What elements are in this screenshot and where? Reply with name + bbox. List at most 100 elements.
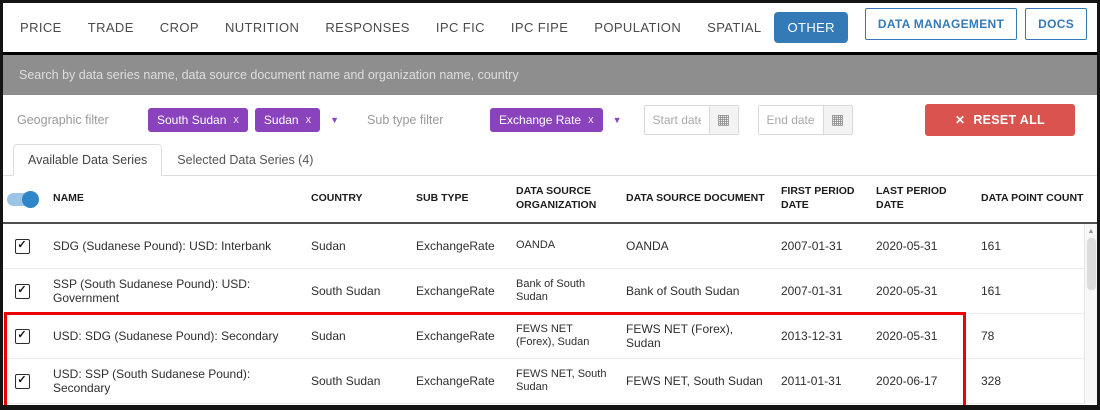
top-nav: PRICE TRADE CROP NUTRITION RESPONSES IPC…	[3, 3, 1097, 55]
cell-organization: FEWS NET (Forex), Sudan	[516, 323, 626, 349]
app-window: PRICE TRADE CROP NUTRITION RESPONSES IPC…	[0, 0, 1100, 410]
row-checkbox[interactable]: ✓	[15, 329, 30, 344]
nav-tab-ipc-fic[interactable]: IPC FIC	[423, 12, 498, 43]
end-date-group: ▦	[758, 105, 853, 135]
cell-first-period-date: 2013-12-31	[781, 329, 876, 343]
cell-organization: OANDA	[516, 239, 626, 252]
table-row-3[interactable]: ✓ USD: SDG (Sudanese Pound): Secondary S…	[3, 314, 1097, 359]
toggle-knob	[22, 191, 39, 208]
header-data-source-document[interactable]: DATA SOURCE DOCUMENT	[626, 192, 781, 206]
geographic-filter-input[interactable]	[15, 112, 141, 128]
calendar-icon: ▦	[717, 111, 730, 128]
chip-south-sudan[interactable]: South Sudan x	[148, 108, 248, 132]
cell-document: FEWS NET, South Sudan	[626, 374, 781, 388]
cell-document: FEWS NET (Forex), Sudan	[626, 322, 781, 351]
cell-data-point-count: 328	[981, 374, 1097, 388]
chip-label: Sudan	[264, 113, 299, 127]
nav-tab-trade[interactable]: TRADE	[75, 12, 147, 43]
nav-tab-spatial[interactable]: SPATIAL	[694, 12, 774, 43]
chip-remove-icon[interactable]: x	[233, 114, 239, 126]
reset-label: RESET ALL	[973, 113, 1045, 127]
check-icon: ✓	[17, 284, 26, 297]
cell-first-period-date: 2007-01-31	[781, 239, 876, 253]
scroll-up-icon[interactable]: ▲	[1088, 224, 1095, 238]
start-date-input[interactable]	[645, 106, 709, 134]
cell-last-period-date: 2020-06-17	[876, 374, 981, 388]
nav-tab-population[interactable]: POPULATION	[581, 12, 694, 43]
table-row-2[interactable]: ✓ SSP (South Sudanese Pound): USD: Gover…	[3, 269, 1097, 314]
row-checkbox[interactable]: ✓	[15, 239, 30, 254]
reset-icon: ✕	[955, 113, 965, 127]
header-data-point-count[interactable]: DATA POINT COUNT	[981, 192, 1097, 206]
cell-document: OANDA	[626, 239, 781, 253]
cell-name: USD: SDG (Sudanese Pound): Secondary	[53, 329, 311, 343]
chip-label: South Sudan	[157, 113, 226, 127]
check-icon: ✓	[17, 329, 26, 342]
cell-data-point-count: 161	[981, 284, 1097, 298]
row-checkbox[interactable]: ✓	[15, 284, 30, 299]
cell-last-period-date: 2020-05-31	[876, 239, 981, 253]
table-body: ✓ SDG (Sudanese Pound): USD: Interbank S…	[3, 224, 1097, 404]
nav-tab-nutrition[interactable]: NUTRITION	[212, 12, 312, 43]
nav-tab-price[interactable]: PRICE	[7, 12, 75, 43]
tab-selected-data-series[interactable]: Selected Data Series (4)	[162, 144, 328, 176]
end-date-calendar-button[interactable]: ▦	[823, 106, 852, 134]
end-date-input[interactable]	[759, 106, 823, 134]
nav-tab-responses[interactable]: RESPONSES	[312, 12, 423, 43]
table-scrollbar[interactable]: ▲	[1084, 224, 1097, 404]
cell-sub-type: ExchangeRate	[416, 239, 516, 253]
data-management-button[interactable]: DATA MANAGEMENT	[865, 8, 1017, 40]
header-country[interactable]: COUNTRY	[311, 192, 416, 206]
nav-tab-ipc-fipe[interactable]: IPC FIPE	[498, 12, 581, 43]
start-date-calendar-button[interactable]: ▦	[709, 106, 738, 134]
scrollbar-thumb[interactable]	[1087, 238, 1096, 290]
header-data-source-organization[interactable]: DATA SOURCE ORGANIZATION	[516, 185, 626, 212]
cell-data-point-count: 78	[981, 329, 1097, 343]
cell-organization: Bank of South Sudan	[516, 278, 626, 304]
docs-button[interactable]: DOCS	[1025, 8, 1087, 40]
tab-available-data-series[interactable]: Available Data Series	[13, 144, 162, 176]
cell-sub-type: ExchangeRate	[416, 374, 516, 388]
check-icon: ✓	[17, 374, 26, 387]
filter-bar: South Sudan x Sudan x ▼ Exchange Rate x …	[3, 95, 1097, 144]
chip-label: Exchange Rate	[499, 113, 581, 127]
nav-actions: DATA MANAGEMENT DOCS	[865, 3, 1087, 40]
select-all-toggle[interactable]	[7, 193, 37, 206]
subtype-filter-input[interactable]	[365, 112, 483, 128]
reset-all-button[interactable]: ✕ RESET ALL	[925, 104, 1075, 136]
cell-country: Sudan	[311, 329, 416, 343]
start-date-group: ▦	[644, 105, 739, 135]
cell-country: South Sudan	[311, 374, 416, 388]
table-row-1[interactable]: ✓ SDG (Sudanese Pound): USD: Interbank S…	[3, 224, 1097, 269]
cell-country: South Sudan	[311, 284, 416, 298]
cell-organization: FEWS NET, South Sudan	[516, 368, 626, 394]
geographic-dropdown-caret-icon[interactable]: ▼	[330, 115, 339, 125]
check-icon: ✓	[17, 239, 26, 252]
cell-sub-type: ExchangeRate	[416, 284, 516, 298]
header-first-period-date[interactable]: FIRST PERIOD DATE	[781, 185, 876, 212]
header-sub-type[interactable]: SUB TYPE	[416, 192, 516, 206]
row-checkbox[interactable]: ✓	[15, 374, 30, 389]
nav-tab-other[interactable]: OTHER	[774, 12, 848, 43]
cell-last-period-date: 2020-05-31	[876, 329, 981, 343]
nav-tabs: PRICE TRADE CROP NUTRITION RESPONSES IPC…	[7, 12, 848, 43]
calendar-icon: ▦	[831, 111, 844, 128]
chip-remove-icon[interactable]: x	[306, 114, 312, 126]
cell-last-period-date: 2020-05-31	[876, 284, 981, 298]
table-row-4[interactable]: ✓ USD: SSP (South Sudanese Pound): Secon…	[3, 359, 1097, 404]
cell-sub-type: ExchangeRate	[416, 329, 516, 343]
series-tabs: Available Data Series Selected Data Seri…	[3, 144, 1097, 176]
header-last-period-date[interactable]: LAST PERIOD DATE	[876, 185, 981, 212]
data-series-table: NAME COUNTRY SUB TYPE DATA SOURCE ORGANI…	[3, 176, 1097, 404]
cell-country: Sudan	[311, 239, 416, 253]
subtype-dropdown-caret-icon[interactable]: ▼	[613, 115, 622, 125]
chip-exchange-rate[interactable]: Exchange Rate x	[490, 108, 603, 132]
search-input[interactable]	[17, 67, 1083, 83]
nav-tab-crop[interactable]: CROP	[147, 12, 212, 43]
chip-sudan[interactable]: Sudan x	[255, 108, 320, 132]
cell-first-period-date: 2007-01-31	[781, 284, 876, 298]
cell-data-point-count: 161	[981, 239, 1097, 253]
header-name[interactable]: NAME	[53, 192, 311, 206]
chip-remove-icon[interactable]: x	[588, 114, 594, 126]
search-bar	[3, 55, 1097, 95]
